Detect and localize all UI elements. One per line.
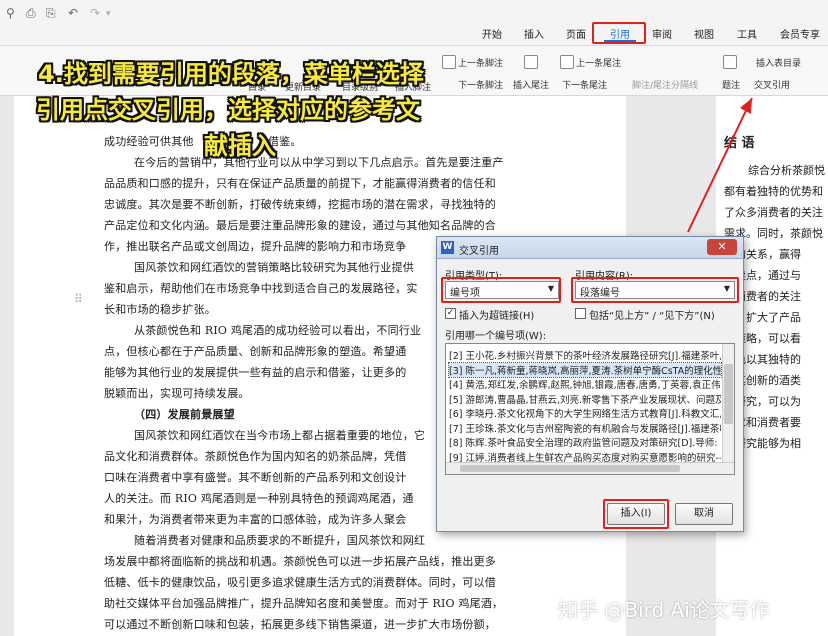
list-item[interactable]: [2] 王小花.乡村振兴背景下的茶叶经济发展路径研究[J].福建茶叶, [449, 348, 721, 362]
caption-line-1: 4.找到需要引用的段落，菜单栏选择 [38, 60, 424, 88]
cancel-button[interactable]: 取消 [675, 503, 733, 525]
include-above-below-checkbox[interactable] [575, 308, 586, 319]
close-icon[interactable]: ✕ [707, 239, 737, 255]
numbered-item-list[interactable]: [2] 王小花.乡村振兴背景下的茶叶经济发展路径研究[J].福建茶叶, [3] 陈… [445, 343, 735, 475]
insert-hyperlink-checkbox[interactable]: ✓ [445, 308, 456, 319]
insert-button-highlight [603, 499, 669, 529]
cross-reference-dialog[interactable]: W 交叉引用 ✕ 引用类型(T): 编号项 ▼ 引用内容(R): 段落编号 ▼ ✓ … [436, 236, 744, 532]
insert-hyperlink-label: 插入为超链接(H) [459, 311, 535, 322]
list-item[interactable]: [3] 陈一凡,蒋新童,蒋晓岚,高丽萍,夏涛.茶树单宁酶CsTA的理化性 [448, 361, 722, 378]
scrollbar-thumb[interactable] [724, 364, 733, 424]
list-item[interactable]: [7] 王珍珠.茶文化与吉州窑陶瓷的有机融合与发展路径[J].福建茶叶 [449, 421, 721, 435]
list-item[interactable]: [8] 陈辉.茶叶食品安全治理的政府监管问题及对策研究[D].导师: [449, 435, 721, 449]
list-hscrollbar[interactable] [446, 462, 734, 474]
arrow-to-cross-reference [687, 97, 753, 233]
include-above-below-label: 包括“见上方” / “见下方”(N) [589, 311, 715, 322]
ref-type-highlight [441, 277, 561, 303]
app-logo-icon: W [441, 241, 454, 254]
list-scrollbar[interactable] [722, 344, 734, 474]
watermark: 知乎 @Bird Ai论文写作 [558, 598, 770, 622]
list-item[interactable]: [4] 黄浩,郑红发,余鹏辉,赵熙,钟旭,银霞,唐春,唐勇,丁英蓉,袁正伟. [449, 377, 721, 391]
ref-content-highlight [571, 277, 739, 303]
caption-line-3: 献插入 [204, 132, 276, 160]
dialog-title: 交叉引用 [459, 246, 499, 257]
hscrollbar-thumb[interactable] [460, 465, 680, 472]
caption-line-2: 引用点交叉引用，选择对应的参考文 [36, 96, 420, 124]
which-item-label: 引用哪一个编号项(W): [445, 331, 547, 342]
list-item[interactable]: [5] 游郎涛,曹晶晶,甘燕云,刘亮.新零售下茶产业发展现状、问题及对 [449, 392, 721, 406]
dialog-titlebar[interactable]: W 交叉引用 ✕ [437, 237, 743, 259]
list-item[interactable]: [6] 李晓丹.茶文化视角下的大学生网络生活方式教育[J].科教文汇, [449, 406, 721, 420]
